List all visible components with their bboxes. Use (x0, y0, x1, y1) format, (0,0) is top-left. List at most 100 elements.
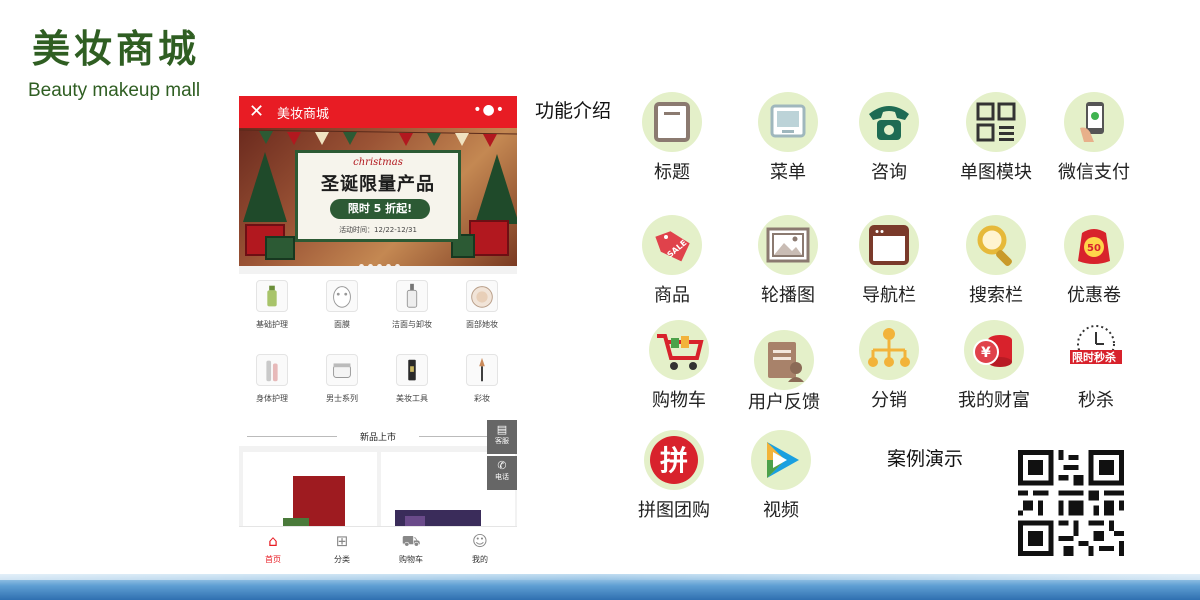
feature-icon-circle: 50 (1064, 215, 1124, 275)
feature-label: 咨询 (871, 162, 907, 183)
feature-item[interactable]: 购物车 (624, 320, 734, 412)
feature-item[interactable]: 视频 (726, 430, 836, 522)
feature-item[interactable]: 用户反馈 (729, 320, 839, 414)
beauty-tool-icon (396, 354, 428, 386)
gift-box-icon (265, 236, 295, 260)
banner-card: christmas 圣诞限量产品 限时 5 折起! 活动时间：12/22-12/… (295, 150, 461, 242)
feature-item[interactable]: 菜单 (733, 92, 843, 184)
feature-item[interactable]: 轮播图 (733, 215, 843, 307)
feature-icon-circle: SALE (642, 215, 702, 275)
phone-call-button[interactable]: ✆ 电话 (487, 456, 517, 490)
makeup-brush-icon (466, 354, 498, 386)
feature-label: 秒杀 (1078, 390, 1114, 411)
feature-icon-circle (642, 92, 702, 152)
carousel-dot[interactable] (359, 264, 364, 266)
cream-jar-icon (326, 354, 358, 386)
video-play-icon (767, 442, 799, 478)
category-item[interactable]: 洁面与卸妆 (379, 280, 445, 330)
feature-label: 导航栏 (862, 285, 916, 306)
customer-service-button[interactable]: ▤ 客服 (487, 420, 517, 454)
feature-item[interactable]: 标题 (617, 92, 727, 184)
floating-actions: ▤ 客服 ✆ 电话 (487, 420, 517, 492)
category-item[interactable]: 身体护理 (239, 354, 305, 404)
carousel-image-icon (766, 227, 810, 263)
category-item[interactable]: 男士系列 (309, 354, 375, 404)
carousel-dots[interactable] (359, 254, 404, 266)
tab-category[interactable]: ⊞ 分类 (312, 531, 372, 565)
product-card[interactable] (243, 452, 377, 532)
banner-script-text: christmas (353, 157, 403, 168)
qr-code-icon[interactable] (1018, 450, 1124, 556)
tab-mine[interactable]: ☺ 我的 (450, 531, 510, 565)
serum-bottle-icon (256, 280, 288, 312)
feature-label: 轮播图 (761, 285, 815, 306)
tab-home[interactable]: ⌂ 首页 (243, 531, 303, 565)
grid-icon: ⊞ (335, 532, 349, 550)
category-item[interactable]: 面部她妆 (449, 280, 515, 330)
feature-label: 单图模块 (960, 162, 1032, 183)
magnifier-icon (977, 225, 1012, 266)
feature-item[interactable]: 咨询 (834, 92, 944, 184)
cleanser-bottle-icon (396, 280, 428, 312)
face-mask-icon (326, 280, 358, 312)
carousel-dot[interactable] (395, 264, 400, 266)
group-buy-icon: 拼 (650, 436, 698, 484)
feature-icon-circle (754, 330, 814, 390)
close-icon[interactable]: ✕ (249, 100, 264, 124)
group-buy-glyph: 拼 (660, 444, 688, 477)
tab-label: 分类 (334, 555, 350, 564)
image-module-icon (976, 102, 1016, 142)
cart-icon: ⛟ (401, 532, 421, 550)
carousel-dot[interactable] (386, 264, 391, 266)
feature-icon-circle (859, 215, 919, 275)
feature-item[interactable]: 单图模块 (941, 92, 1051, 184)
app-nav-bar: ✕ 美妆商城 •●• (239, 96, 517, 128)
tab-label: 购物车 (399, 555, 423, 564)
category-item[interactable]: 彩妆 (449, 354, 515, 404)
brand-subtitle: Beauty makeup mall (28, 80, 201, 101)
feature-icon-circle (649, 320, 709, 380)
feedback-doc-icon (768, 342, 804, 382)
nav-window-icon (869, 225, 909, 265)
feature-item[interactable]: 分销 (834, 320, 944, 412)
carousel-dot[interactable] (377, 264, 382, 266)
feature-label: 优惠卷 (1067, 285, 1121, 306)
category-item[interactable]: 面膜 (309, 280, 375, 330)
feature-item[interactable]: 限时秒杀 秒杀 (1041, 320, 1151, 412)
feature-item[interactable]: 50 优惠卷 (1039, 215, 1149, 307)
category-item[interactable]: 基础护理 (239, 280, 305, 330)
category-item[interactable]: 美妆工具 (379, 354, 445, 404)
category-label: 洁面与卸妆 (392, 320, 432, 329)
feature-label: 商品 (654, 285, 690, 306)
feature-item[interactable]: 拼 拼图团购 (619, 430, 729, 522)
sale-tag-icon: SALE (655, 231, 690, 262)
feature-icon-circle: 拼 (644, 430, 704, 490)
flash-sale-text: 限时秒杀 (1072, 350, 1116, 364)
carousel-dot[interactable] (368, 264, 373, 266)
tab-label: 我的 (472, 555, 488, 564)
more-dots-icon[interactable]: •●• (473, 102, 505, 118)
feature-item[interactable]: ¥ 我的财富 (939, 320, 1049, 412)
christmas-tree-icon (243, 152, 287, 222)
feature-label: 搜索栏 (969, 285, 1023, 306)
feature-item[interactable]: SALE 商品 (617, 215, 727, 307)
app-title: 美妆商城 (277, 107, 330, 122)
gift-box-icon (469, 220, 509, 256)
wechat-pay-icon (1080, 102, 1104, 142)
promo-banner[interactable]: christmas 圣诞限量产品 限时 5 折起! 活动时间：12/22-12/… (239, 128, 517, 266)
feature-icon-circle (859, 92, 919, 152)
shopping-cart-icon (657, 334, 704, 370)
demo-heading: 案例演示 (887, 448, 964, 470)
feature-item[interactable]: 导航栏 (834, 215, 944, 307)
feature-icon-circle (758, 92, 818, 152)
feature-icon-circle (966, 215, 1026, 275)
feature-icon-circle (751, 430, 811, 490)
feature-label: 拼图团购 (638, 500, 710, 521)
tab-cart[interactable]: ⛟ 购物车 (381, 531, 441, 565)
feature-icon-circle (859, 320, 919, 380)
category-label: 身体护理 (256, 394, 288, 403)
feature-label: 我的财富 (958, 390, 1030, 411)
user-icon: ☺ (472, 532, 488, 550)
feature-item[interactable]: 搜索栏 (941, 215, 1051, 307)
feature-item[interactable]: 微信支付 (1039, 92, 1149, 184)
